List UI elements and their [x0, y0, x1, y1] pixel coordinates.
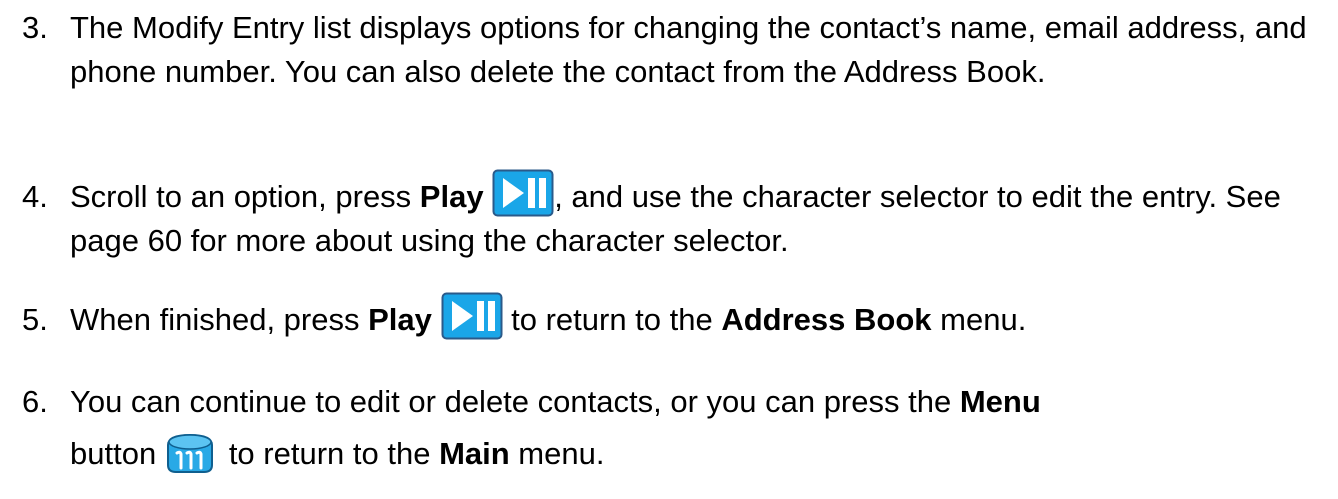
- step-body: Scroll to an option, press Play , and us…: [70, 169, 1322, 263]
- step-text-mid2: to return to the: [220, 436, 440, 471]
- step-number: 5.: [22, 302, 48, 337]
- step-text-pre: When finished, press: [70, 302, 369, 337]
- step-body: You can continue to edit or delete conta…: [70, 376, 1322, 480]
- step-6: 6. You can continue to edit or delete co…: [22, 376, 1322, 480]
- step-text-mid: button: [70, 436, 157, 471]
- play-pause-icon: [492, 169, 554, 217]
- step-number: 3.: [22, 10, 48, 45]
- menu-button-icon: [164, 431, 216, 475]
- step-4: 4. Scroll to an option, press Play , and…: [22, 169, 1322, 263]
- step-text: The Modify Entry list displays options f…: [70, 10, 1307, 89]
- menu-label: Menu: [959, 384, 1041, 419]
- step-text-mid: to return to the: [502, 302, 722, 337]
- play-label: Play: [368, 302, 432, 337]
- step-number: 4.: [22, 179, 48, 214]
- step-number: 6.: [22, 384, 48, 419]
- address-book-label: Address Book: [721, 302, 932, 337]
- step-body: When finished, press Play to return to t…: [70, 292, 1322, 342]
- step-5: 5. When finished, press Play to return t…: [22, 292, 1322, 342]
- main-label: Main: [439, 436, 510, 471]
- step-3: 3. The Modify Entry list displays option…: [22, 6, 1322, 94]
- step-text-pre: Scroll to an option, press: [70, 179, 420, 214]
- play-label: Play: [419, 179, 484, 214]
- step-text-post: menu.: [509, 436, 605, 471]
- step-text-post: menu.: [931, 302, 1027, 337]
- step-text-pre: You can continue to edit or delete conta…: [70, 384, 960, 419]
- play-pause-icon: [441, 292, 503, 340]
